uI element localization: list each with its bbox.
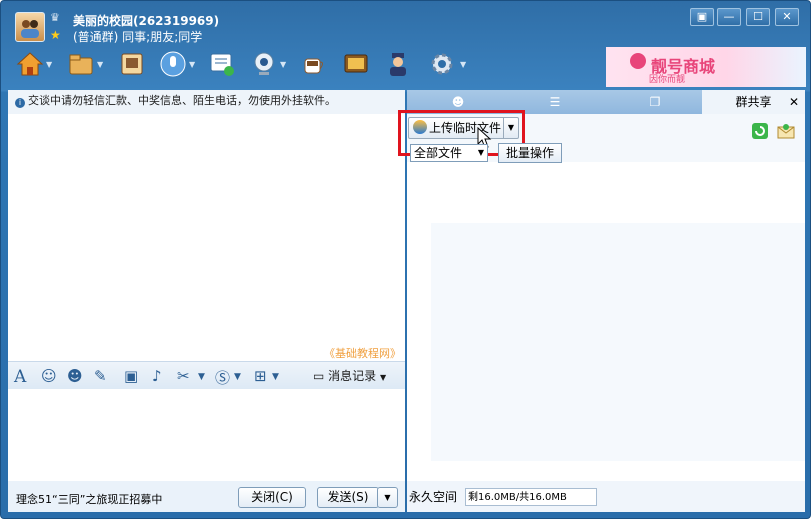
coffee-icon[interactable] bbox=[300, 50, 328, 78]
permanent-space-label: 永久空间 bbox=[409, 490, 458, 504]
stamp-icon[interactable]: Ⓢ bbox=[215, 367, 230, 388]
envelope-icon[interactable] bbox=[777, 123, 795, 139]
chevron-down-icon: ▼ bbox=[477, 148, 484, 157]
crown-icon: ♛ bbox=[50, 11, 60, 24]
qq-logo-icon bbox=[630, 53, 646, 69]
group-name: 美丽的校园(262319969) bbox=[73, 14, 220, 28]
album-icon[interactable] bbox=[118, 50, 146, 78]
send-options-button[interactable]: ▼ bbox=[377, 487, 398, 508]
close-icon[interactable]: ✕ bbox=[789, 90, 799, 114]
chevron-down-icon[interactable]: ▼ bbox=[280, 60, 286, 69]
smiley-icon[interactable]: ☺ bbox=[41, 367, 57, 385]
refresh-icon[interactable] bbox=[752, 123, 768, 139]
batch-operations-button[interactable]: 批量操作 bbox=[498, 143, 562, 163]
chevron-down-icon[interactable]: ▼ bbox=[198, 372, 205, 382]
safety-notice: i 交谈中请勿轻信汇款、中奖信息、陌生电话，勿使用外挂软件。 bbox=[8, 90, 405, 114]
close-button[interactable]: 关闭(C) bbox=[238, 487, 306, 508]
group-avatar[interactable] bbox=[15, 12, 45, 42]
chevron-down-icon[interactable]: ▼ bbox=[46, 60, 52, 69]
folder-icon[interactable] bbox=[67, 50, 95, 78]
gear-icon[interactable] bbox=[428, 50, 456, 78]
info-icon: i bbox=[15, 98, 25, 108]
scissors-icon[interactable]: ✂ bbox=[177, 367, 190, 385]
tv-icon[interactable] bbox=[342, 50, 370, 78]
chevron-down-icon[interactable]: ▼ bbox=[460, 60, 466, 69]
chevron-down-icon[interactable]: ▼ bbox=[97, 60, 103, 69]
webcam-icon[interactable] bbox=[250, 50, 278, 78]
promo-text[interactable]: 理念51“三同”之旅现正招募中 bbox=[16, 491, 162, 507]
filter-value: 全部文件 bbox=[414, 146, 463, 160]
tab-group-share-label: 群共享 bbox=[735, 95, 772, 109]
star-icon: ★ bbox=[50, 28, 61, 42]
tab-list[interactable]: ☰ bbox=[528, 90, 582, 114]
history-label: 消息记录 bbox=[328, 369, 377, 383]
minimize-button[interactable]: — bbox=[717, 8, 741, 26]
notice-text: 交谈中请勿轻信汇款、中奖信息、陌生电话，勿使用外挂软件。 bbox=[28, 94, 336, 107]
space-quota: 剩16.0MB/共16.0MB bbox=[465, 488, 597, 506]
ad-slogan: 因你而靓 bbox=[649, 75, 686, 85]
send-button[interactable]: 发送(S) bbox=[317, 487, 379, 508]
chevron-down-icon[interactable]: ▼ bbox=[272, 372, 279, 382]
file-filter-select[interactable]: 全部文件 ▼ bbox=[410, 144, 488, 162]
voice-icon[interactable] bbox=[159, 50, 187, 78]
skin-button[interactable]: ▣ bbox=[690, 8, 714, 26]
picture-icon[interactable]: ▣ bbox=[124, 367, 138, 385]
watermark-text: 《基础教程网》 bbox=[324, 347, 401, 360]
font-icon[interactable]: A bbox=[14, 367, 26, 387]
message-history-area[interactable] bbox=[8, 114, 405, 361]
police-icon[interactable] bbox=[384, 50, 412, 78]
message-history-button[interactable]: ▭ 消息记录 ▼ bbox=[313, 367, 386, 384]
history-icon: ▭ bbox=[313, 369, 325, 383]
chevron-down-icon[interactable]: ▼ bbox=[234, 372, 241, 382]
message-input[interactable] bbox=[8, 389, 405, 481]
edit-icon[interactable]: ✎ bbox=[94, 367, 107, 385]
close-window-button[interactable]: ✕ bbox=[775, 8, 799, 26]
tab-album[interactable]: ❐ bbox=[628, 90, 682, 114]
share-screen-icon[interactable] bbox=[208, 50, 236, 78]
chevron-down-icon[interactable]: ▼ bbox=[189, 60, 195, 69]
list-icon: ☰ bbox=[549, 95, 561, 109]
tab-group-share[interactable]: 群共享 ✕ bbox=[702, 90, 805, 114]
home-icon[interactable] bbox=[16, 50, 44, 78]
window-icon: ❐ bbox=[649, 95, 661, 109]
chevron-down-icon: ▼ bbox=[380, 373, 387, 382]
music-icon[interactable]: ♪ bbox=[152, 367, 162, 385]
face-icon[interactable]: ☻ bbox=[67, 367, 83, 385]
more-icon[interactable]: ⊞ bbox=[254, 367, 267, 385]
qq-group-chat-window: ♛ ★ 美丽的校园(262319969) (普通群) 同事;朋友;同学 ▣ — … bbox=[0, 0, 811, 519]
members-icon: ☻ bbox=[451, 95, 465, 109]
group-meta: (普通群) 同事;朋友;同学 bbox=[73, 30, 203, 44]
file-list[interactable] bbox=[431, 223, 805, 461]
maximize-button[interactable]: ☐ bbox=[746, 8, 770, 26]
